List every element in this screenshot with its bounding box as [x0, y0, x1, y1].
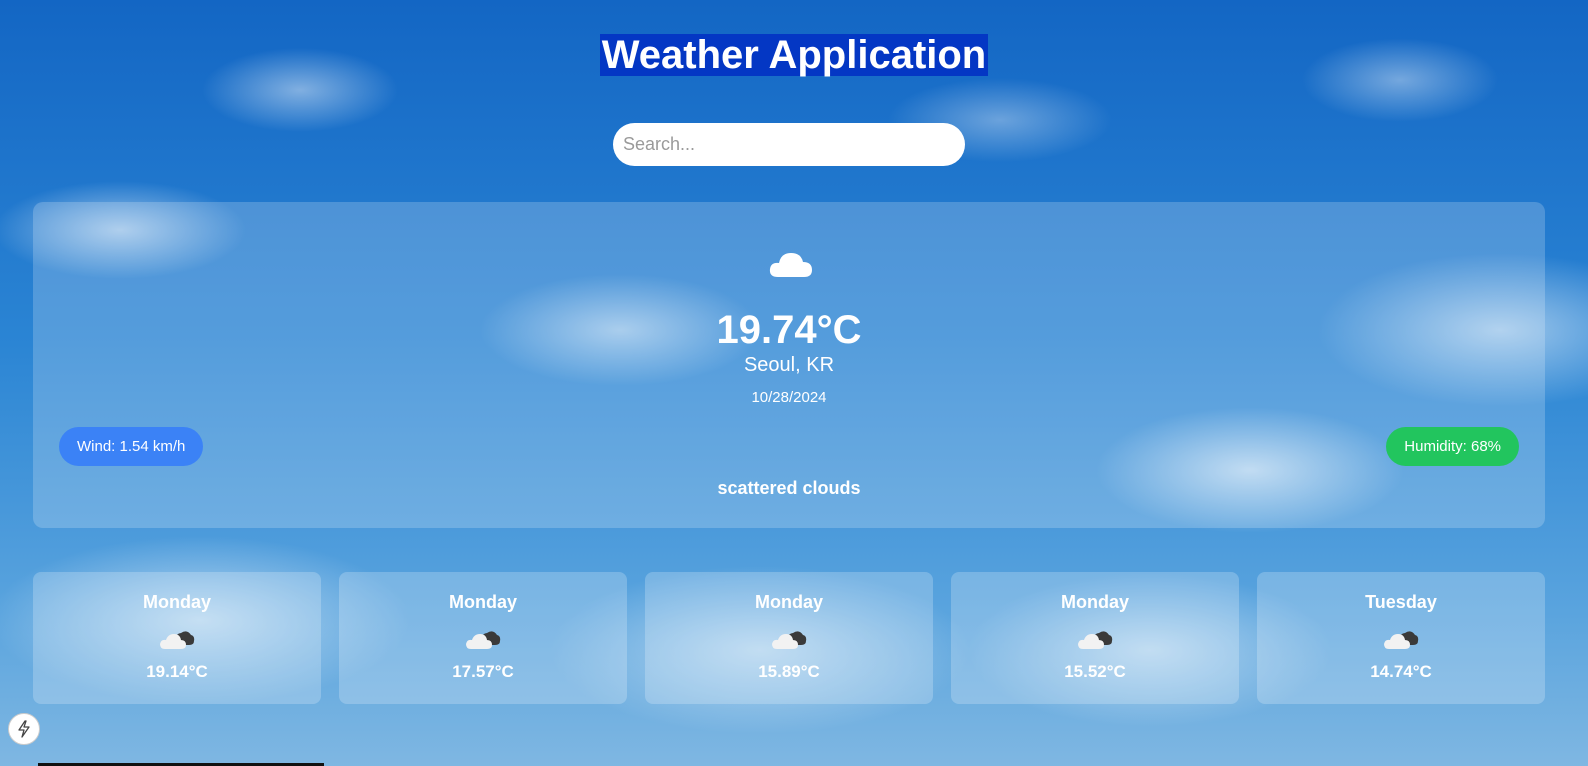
forecast-card: Monday 17.57°C: [339, 572, 627, 704]
broken-clouds-icon: [772, 631, 807, 649]
forecast-temp: 17.57°C: [452, 662, 514, 681]
weather-description: scattered clouds: [717, 478, 861, 498]
broken-clouds-icon: [160, 631, 195, 649]
forecast-card: Tuesday 14.74°C: [1257, 572, 1545, 704]
broken-clouds-icon: [466, 631, 501, 649]
forecast-day: Tuesday: [1365, 592, 1437, 612]
forecast-day: Monday: [1060, 592, 1129, 612]
forecast-card: Monday 19.14°C: [33, 572, 321, 704]
forecast-day: Monday: [448, 592, 517, 612]
forecast-day: Monday: [142, 592, 211, 612]
lightning-bolt-icon: [18, 720, 30, 738]
humidity-badge: Humidity: 68%: [1386, 427, 1519, 466]
search-input[interactable]: [613, 123, 965, 166]
forecast-card: Monday 15.89°C: [645, 572, 933, 704]
lightning-bolt-button[interactable]: [8, 713, 40, 745]
forecast-temp: 15.89°C: [758, 662, 820, 681]
cloud-icon: [769, 253, 812, 277]
current-temperature: 19.74°C: [716, 308, 862, 352]
date-label: 10/28/2024: [751, 389, 827, 406]
broken-clouds-icon: [1384, 631, 1419, 649]
wind-badge: Wind: 1.54 km/h: [59, 427, 204, 466]
forecast-temp: 15.52°C: [1064, 662, 1126, 681]
page-title: Weather Application: [599, 33, 989, 77]
broken-clouds-icon: [1078, 631, 1113, 649]
location-label: Seoul, KR: [743, 354, 835, 376]
forecast-temp: 14.74°C: [1370, 662, 1432, 681]
forecast-card: Monday 15.52°C: [951, 572, 1239, 704]
header: Weather Application: [0, 34, 1588, 76]
forecast-list: Monday 19.14°C Monday 17.57°C Monday 15.…: [33, 572, 1545, 704]
forecast-day: Monday: [754, 592, 823, 612]
current-weather-card: 19.74°C Seoul, KR 10/28/2024 Wind: 1.54 …: [33, 202, 1545, 528]
forecast-temp: 19.14°C: [146, 662, 208, 681]
